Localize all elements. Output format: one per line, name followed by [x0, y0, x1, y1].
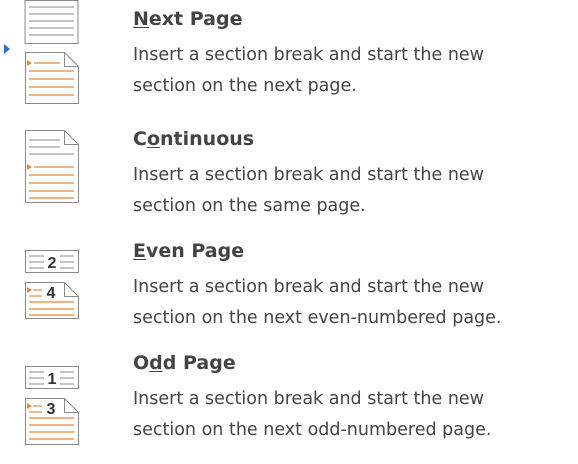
- mnemonic-key: o: [146, 128, 161, 150]
- icon-page-number: 2: [48, 255, 57, 272]
- continuous-icon: [20, 120, 90, 234]
- menu-item-next-page[interactable]: Next Page Insert a section break and sta…: [0, 0, 578, 114]
- menu-item-title: Odd Page: [133, 352, 236, 374]
- menu-item-description: Insert a section break and start the new…: [133, 45, 484, 96]
- selection-indicator: [4, 44, 10, 54]
- menu-item-continuous[interactable]: Continuous Insert a section break and st…: [0, 120, 578, 234]
- menu-item-even-page[interactable]: 2 4 Even Page Insert a section break and…: [0, 232, 578, 346]
- menu-item-title: Even Page: [133, 240, 245, 262]
- menu-item-description: Insert a section break and start the new…: [133, 165, 484, 216]
- section-breaks-menu: Next Page Insert a section break and sta…: [0, 0, 578, 464]
- mnemonic-key: N: [133, 8, 149, 30]
- icon-page-number: 1: [48, 371, 57, 388]
- menu-item-odd-page[interactable]: 1 3 Odd Page Insert a section break and …: [0, 344, 578, 458]
- mnemonic-key: d: [149, 352, 163, 374]
- menu-item-description: Insert a section break and start the new…: [133, 277, 502, 328]
- menu-item-title: Continuous: [133, 128, 255, 150]
- even-page-icon: 2 4: [20, 232, 90, 346]
- icon-page-number: 3: [47, 401, 56, 418]
- menu-item-description: Insert a section break and start the new…: [133, 389, 492, 440]
- menu-item-title: Next Page: [133, 8, 243, 30]
- odd-page-icon: 1 3: [20, 344, 90, 458]
- mnemonic-key: E: [133, 240, 146, 262]
- next-page-icon: [20, 0, 90, 114]
- icon-page-number: 4: [47, 285, 56, 302]
